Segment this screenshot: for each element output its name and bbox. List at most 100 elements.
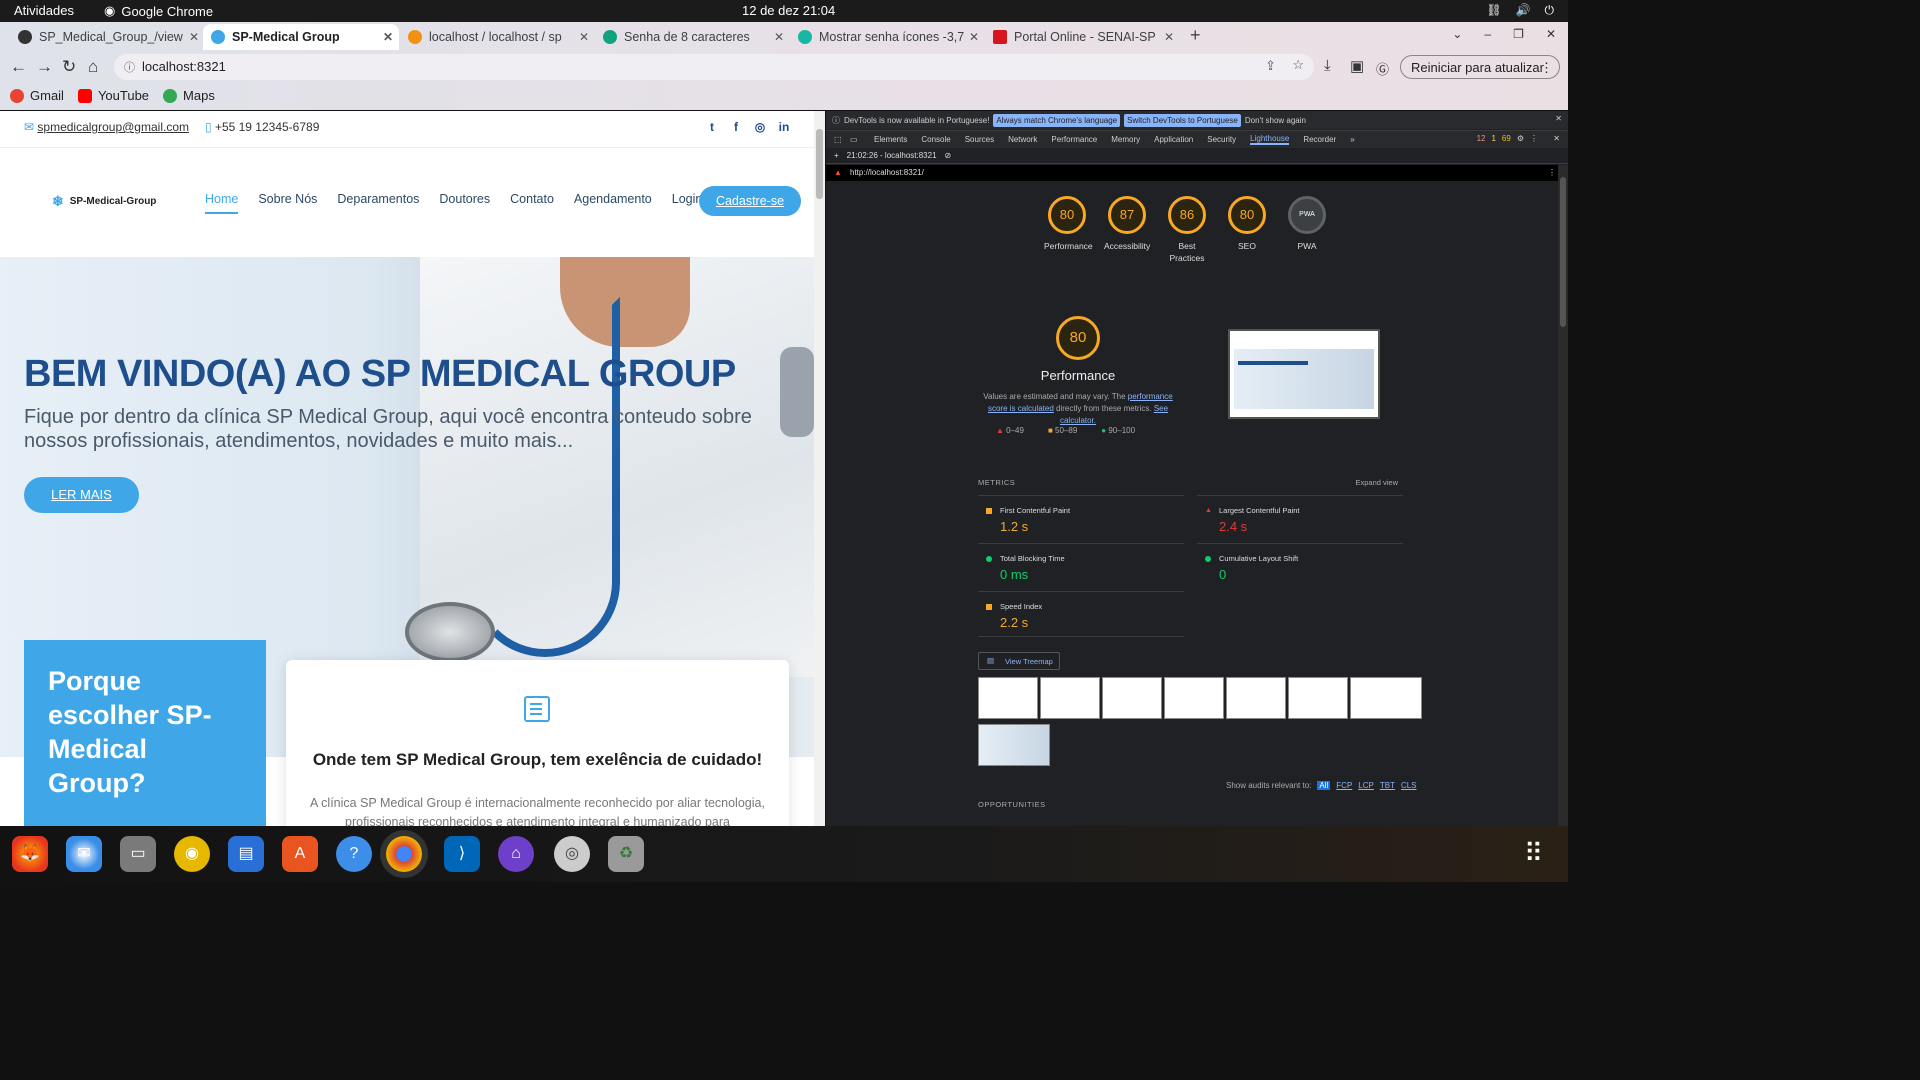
devtools-scrollbar[interactable] [1558, 165, 1568, 826]
bookmark-gmail[interactable]: Gmail [10, 88, 64, 103]
nav-sobre[interactable]: Sobre Nós [258, 192, 317, 214]
writer-icon[interactable]: ▤ [228, 836, 264, 872]
instagram-icon[interactable]: ◎ [754, 121, 766, 133]
new-report-icon[interactable]: + [834, 151, 839, 160]
close-icon[interactable]: ✕ [189, 30, 199, 44]
panel-sources[interactable]: Sources [965, 135, 994, 144]
show-apps-icon[interactable]: ⠿ [1524, 840, 1543, 866]
profile-avatar[interactable]: Ⓖ [1376, 59, 1389, 78]
nav-doutores[interactable]: Doutores [439, 192, 490, 214]
filter-tbt[interactable]: TBT [1380, 781, 1395, 790]
nav-contato[interactable]: Contato [510, 192, 554, 214]
back-icon[interactable]: ← [10, 57, 27, 77]
tab-vuetify[interactable]: Mostrar senha ícones -3,7 ✕ [790, 24, 985, 50]
tab-phpmyadmin[interactable]: localhost / localhost / sp ✕ [400, 24, 595, 50]
bookmark-maps[interactable]: Maps [163, 88, 215, 103]
close-icon[interactable]: ✕ [1555, 114, 1562, 123]
kebab-menu-icon[interactable]: ⋮ [1540, 60, 1553, 76]
close-icon[interactable]: ✕ [969, 30, 979, 44]
twitter-icon[interactable]: t [706, 121, 718, 133]
cadastre-button[interactable]: Cadastre-se [699, 186, 801, 216]
nav-agendamento[interactable]: Agendamento [574, 192, 652, 214]
device-toggle-icon[interactable]: ▭ [850, 135, 858, 144]
address-bar[interactable]: ⓘ localhost:8321 ⇪ ☆ [114, 54, 1314, 80]
share-icon[interactable]: ⇪ [1265, 58, 1276, 74]
final-screenshot[interactable] [1228, 329, 1380, 419]
close-icon[interactable]: ✕ [383, 30, 393, 44]
filter-all[interactable]: All [1317, 781, 1331, 790]
match-language-button[interactable]: Always match Chrome's language [993, 113, 1121, 127]
download-icon[interactable]: ⤓ [1324, 57, 1331, 74]
update-button[interactable]: Reiniciar para atualizar ⋮ [1400, 55, 1560, 79]
scrollbar-thumb[interactable] [816, 129, 823, 199]
dont-show-button[interactable]: Don't show again [1245, 116, 1306, 125]
close-window-icon[interactable]: ✕ [1546, 27, 1556, 41]
bookmark-star-icon[interactable]: ☆ [1292, 57, 1304, 73]
app-center-icon[interactable]: A [282, 836, 318, 872]
panel-lighthouse[interactable]: Lighthouse [1250, 134, 1290, 145]
nav-departamentos[interactable]: Deparamentos [337, 192, 419, 214]
clock[interactable]: 12 de dez 21:04 [742, 3, 835, 18]
home-icon[interactable]: ⌂ [88, 57, 98, 77]
tab-sp-medical[interactable]: SP-Medical Group ✕ [203, 24, 399, 50]
new-tab-button[interactable]: + [1190, 25, 1201, 46]
expand-view-toggle[interactable]: Expand view [1355, 478, 1398, 487]
firefox-icon[interactable]: 🦊 [12, 836, 48, 872]
linkedin-icon[interactable]: in [778, 121, 790, 133]
scrollbar-thumb[interactable] [1560, 177, 1566, 327]
panel-performance[interactable]: Performance [1051, 135, 1097, 144]
inspect-icon[interactable]: ⬚ [834, 135, 842, 144]
panel-security[interactable]: Security [1207, 135, 1236, 144]
gauge-accessibility[interactable]: 87 Accessibility [1104, 196, 1150, 264]
settings-icon[interactable]: ⚙ [1517, 134, 1524, 143]
thunderbird-icon[interactable]: ✉ [66, 836, 102, 872]
gauge-seo[interactable]: 80 SEO [1224, 196, 1270, 264]
github-desktop-icon[interactable]: ⌂ [498, 836, 534, 872]
reload-icon[interactable]: ↻ [62, 57, 76, 77]
activities-button[interactable]: Atividades [14, 3, 74, 18]
close-icon[interactable]: ✕ [774, 30, 784, 44]
kebab-menu-icon[interactable]: ⋮ [1530, 134, 1538, 143]
nav-login[interactable]: Login [672, 192, 703, 214]
tab-senai[interactable]: Portal Online - SENAI-SP ✕ [985, 24, 1180, 50]
minimize-icon[interactable]: – [1484, 27, 1491, 41]
panel-console[interactable]: Console [921, 135, 950, 144]
gauge-best-practices[interactable]: 86 Best Practices [1164, 196, 1210, 264]
view-treemap-button[interactable]: ▤ View Treemap [978, 652, 1060, 670]
app-menu[interactable]: ◉ Google Chrome [104, 3, 213, 19]
nav-home[interactable]: Home [205, 192, 239, 214]
close-devtools-icon[interactable]: ✕ [1553, 134, 1560, 143]
page-scrollbar[interactable] [814, 111, 825, 826]
switch-language-button[interactable]: Switch DevTools to Portuguese [1124, 113, 1241, 127]
bookmark-youtube[interactable]: YouTube [77, 88, 149, 103]
site-logo[interactable]: ❄ SP-Medical-Group [52, 193, 156, 210]
tab-github[interactable]: SP_Medical_Group_/view ✕ [10, 24, 205, 50]
facebook-icon[interactable]: f [730, 121, 742, 133]
gauge-performance[interactable]: 80 Performance [1044, 196, 1093, 264]
maximize-icon[interactable]: ❐ [1513, 27, 1524, 41]
ler-mais-button[interactable]: LER MAIS [24, 477, 139, 513]
tab-search-icon[interactable]: ⌄ [1452, 27, 1462, 41]
site-info-icon[interactable]: ⓘ [124, 59, 135, 75]
panel-recorder[interactable]: Recorder [1303, 135, 1336, 144]
vscode-icon[interactable]: ⟩ [444, 836, 480, 872]
close-icon[interactable]: ✕ [579, 30, 589, 44]
panel-elements[interactable]: Elements [874, 135, 907, 144]
side-panel-icon[interactable]: ▣ [1350, 57, 1364, 75]
help-icon[interactable]: ? [336, 836, 372, 872]
files-icon[interactable]: ▭ [120, 836, 156, 872]
rhythmbox-icon[interactable]: ◉ [174, 836, 210, 872]
trash-icon[interactable]: ♻ [608, 836, 644, 872]
issue-counters[interactable]: 12 1 69 ⚙ ⋮ [1477, 134, 1538, 143]
panel-application[interactable]: Application [1154, 135, 1193, 144]
kebab-menu-icon[interactable]: ⋮ [1548, 168, 1556, 177]
filter-fcp[interactable]: FCP [1336, 781, 1352, 790]
chrome-icon[interactable] [386, 836, 422, 872]
tab-chatgpt[interactable]: Senha de 8 caracteres ✕ [595, 24, 790, 50]
close-icon[interactable]: ✕ [1164, 30, 1174, 44]
forward-icon[interactable]: → [36, 57, 53, 77]
filter-cls[interactable]: CLS [1401, 781, 1417, 790]
panel-memory[interactable]: Memory [1111, 135, 1140, 144]
email-contact[interactable]: ✉ spmedicalgroup@gmail.com [24, 120, 189, 134]
gauge-pwa[interactable]: PWA PWA [1284, 196, 1330, 264]
